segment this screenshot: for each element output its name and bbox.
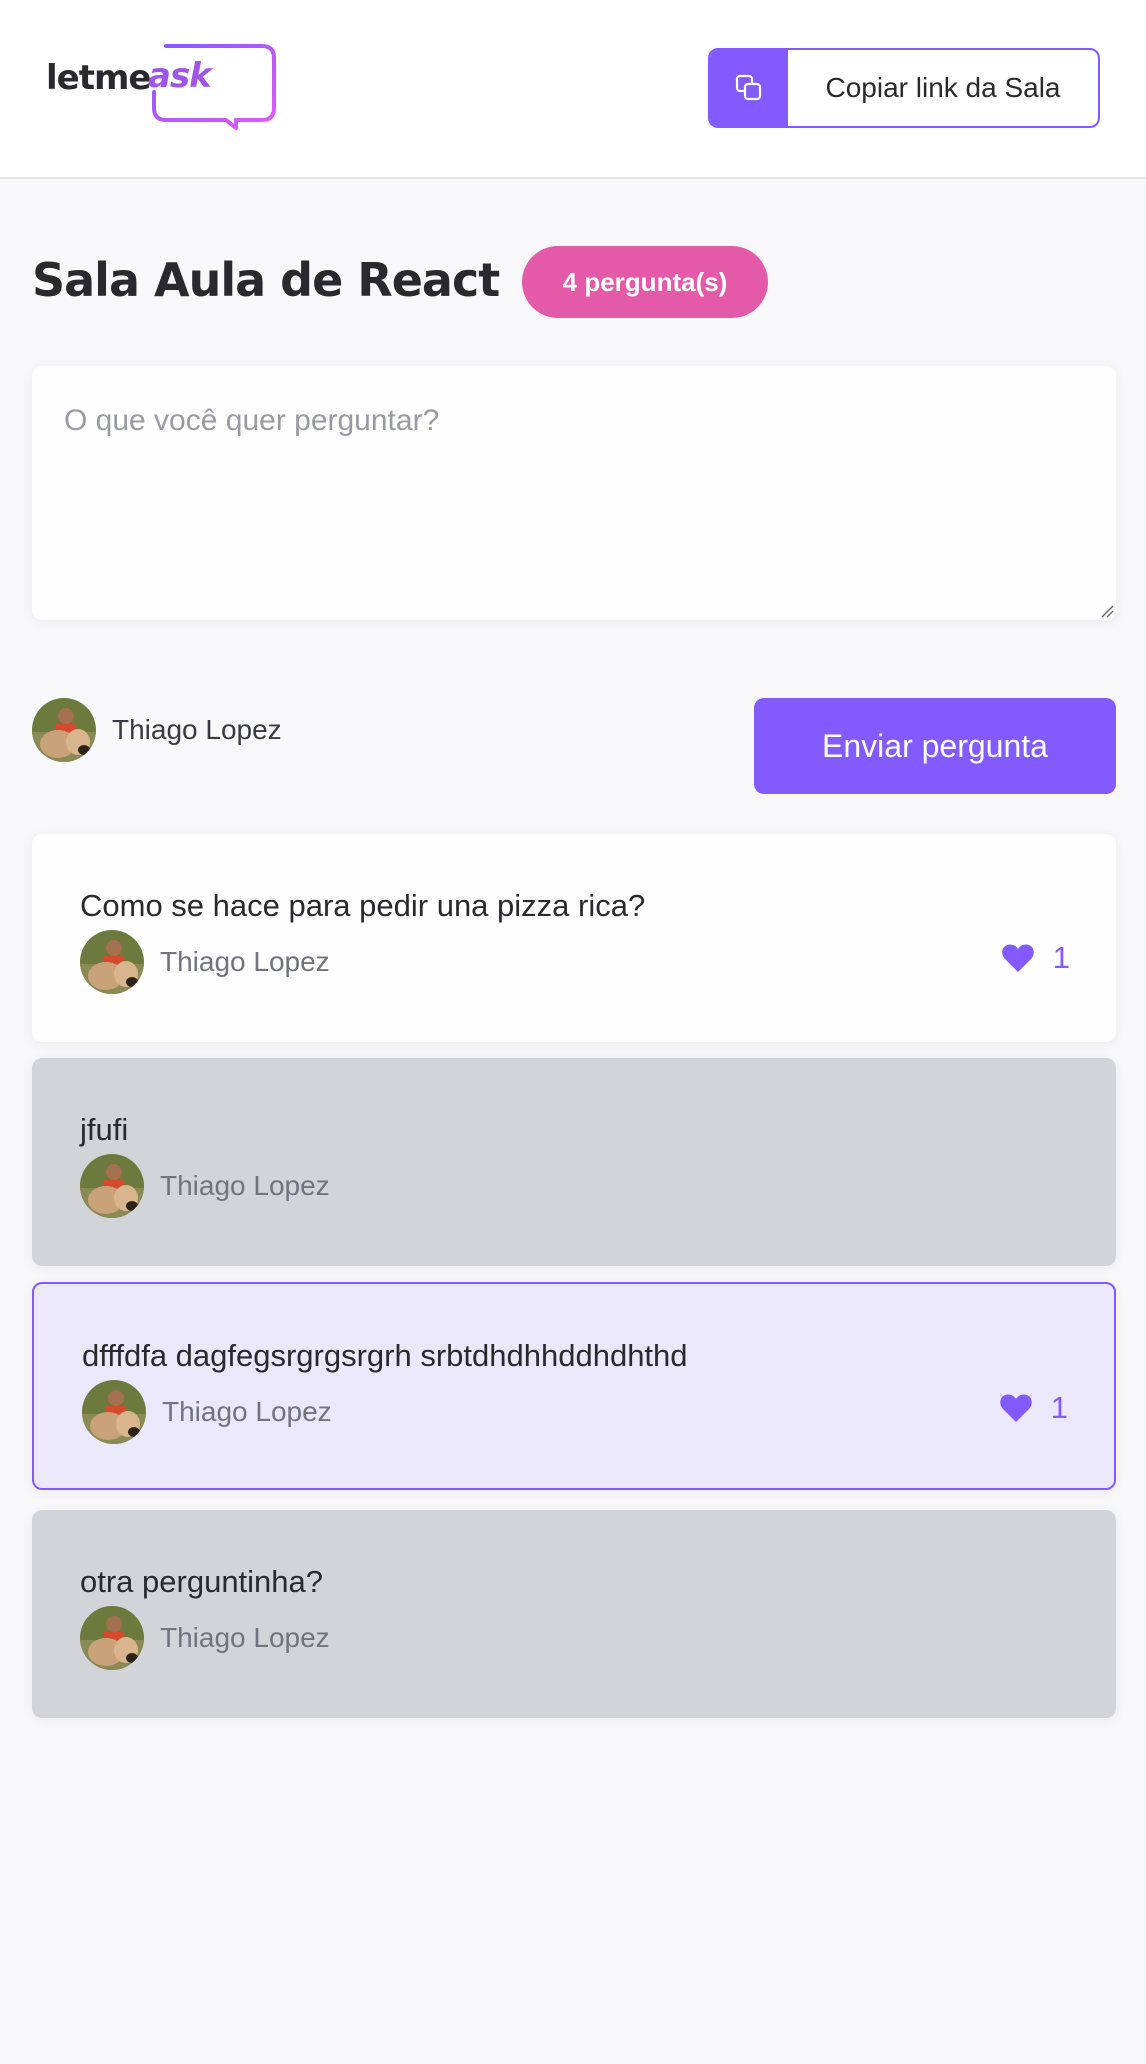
current-user-info: Thiago Lopez [32, 698, 282, 762]
logo-text-letme: letme [46, 58, 151, 98]
author-name: Thiago Lopez [160, 946, 330, 977]
logo-text-ask: ask [148, 56, 212, 96]
question-author: Thiago Lopez [82, 1380, 332, 1444]
like-button[interactable]: 1 [1001, 940, 1070, 976]
like-button[interactable]: 1 [999, 1390, 1068, 1426]
avatar [32, 698, 96, 762]
question-content: dfffdfa dagfegsrgrgsrgrh srbtdhdhhddhdht… [82, 1338, 688, 1373]
question-card: otra perguntinha? Thiago Lopez [32, 1510, 1116, 1718]
page-title: Sala Aula de React [32, 253, 500, 307]
copy-room-link-button[interactable]: Copiar link da Sala [708, 48, 1100, 128]
question-author: Thiago Lopez [80, 1154, 330, 1218]
logo[interactable]: letme ask [46, 42, 276, 134]
like-count: 1 [1052, 940, 1070, 975]
question-input[interactable] [32, 366, 1116, 620]
copy-icon [735, 74, 762, 101]
heart-icon [999, 1394, 1032, 1422]
question-card-highlighted: dfffdfa dagfegsrgrgsrgrh srbtdhdhhddhdht… [32, 1282, 1116, 1490]
question-card: Como se hace para pedir una pizza rica? … [32, 834, 1116, 1042]
copy-room-link-label: Copiar link da Sala [825, 72, 1061, 103]
header: letme ask Copiar link da Sala [0, 0, 1146, 179]
copy-icon-box [710, 50, 788, 126]
question-author: Thiago Lopez [80, 1606, 330, 1670]
like-count: 1 [1050, 1390, 1068, 1425]
author-name: Thiago Lopez [160, 1170, 330, 1201]
avatar [80, 1606, 144, 1670]
author-name: Thiago Lopez [160, 1622, 330, 1653]
question-content: Como se hace para pedir una pizza rica? [80, 888, 646, 923]
question-author: Thiago Lopez [80, 930, 330, 994]
avatar [80, 1154, 144, 1218]
question-card: jfufi Thiago Lopez [32, 1058, 1116, 1266]
avatar [82, 1380, 146, 1444]
resize-grip-icon[interactable] [1100, 604, 1114, 618]
question-content: otra perguntinha? [80, 1564, 324, 1599]
author-name: Thiago Lopez [162, 1396, 332, 1427]
question-content: jfufi [80, 1112, 129, 1147]
current-user-name: Thiago Lopez [112, 714, 282, 745]
send-question-button[interactable]: Enviar pergunta [754, 698, 1116, 794]
question-count-badge: 4 pergunta(s) [522, 246, 768, 318]
heart-icon [1001, 944, 1034, 972]
avatar [80, 930, 144, 994]
